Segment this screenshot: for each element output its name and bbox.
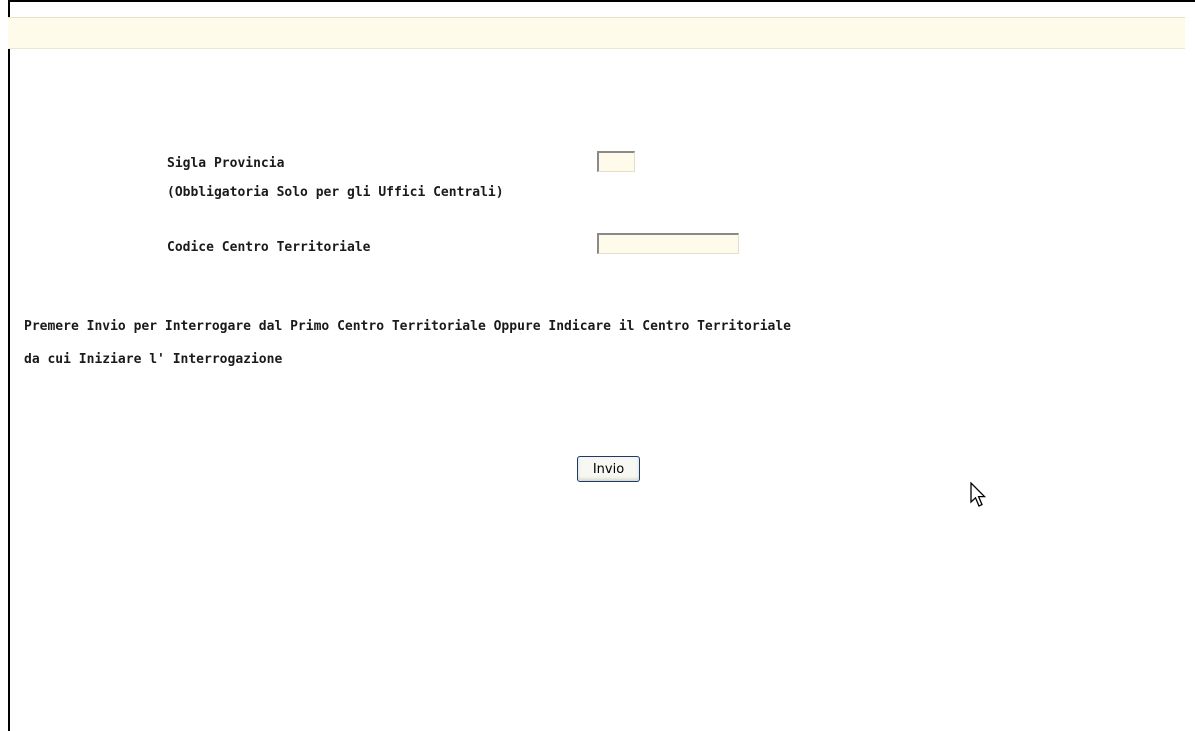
instruction-line-2: da cui Iniziare l' Interrogazione (24, 352, 283, 367)
sigla-provincia-label: Sigla Provincia (167, 156, 285, 171)
invio-button[interactable]: Invio (577, 456, 640, 482)
mouse-pointer-icon (970, 482, 987, 507)
codice-centro-input[interactable] (597, 233, 739, 254)
sigla-provincia-note: (Obbligatoria Solo per gli Uffici Centra… (167, 185, 504, 200)
instruction-line-1: Premere Invio per Interrogare dal Primo … (24, 319, 792, 334)
codice-centro-label: Codice Centro Territoriale (167, 240, 371, 255)
sigla-provincia-input[interactable] (597, 151, 635, 172)
header-bar (8, 17, 1185, 49)
